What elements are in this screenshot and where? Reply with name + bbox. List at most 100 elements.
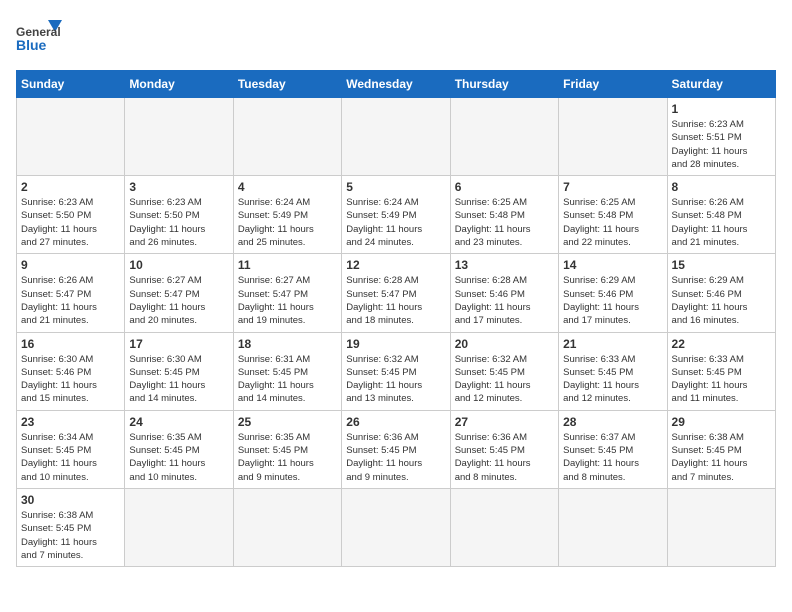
day-info: Sunrise: 6:29 AM Sunset: 5:46 PM Dayligh…: [563, 274, 662, 327]
calendar-cell: [450, 488, 558, 566]
day-info: Sunrise: 6:26 AM Sunset: 5:48 PM Dayligh…: [672, 196, 771, 249]
calendar-cell: 16 Sunrise: 6:30 AM Sunset: 5:46 PM Dayli…: [17, 332, 125, 410]
calendar-cell: [125, 488, 233, 566]
calendar-cell: 15Sunrise: 6:29 AM Sunset: 5:46 PM Dayli…: [667, 254, 775, 332]
day-number: 23: [21, 415, 120, 429]
logo-svg: GeneralBlue: [16, 16, 66, 58]
page-header: GeneralBlue: [16, 16, 776, 58]
calendar-cell: 26 Sunrise: 6:36 AM Sunset: 5:45 PM Dayli…: [342, 410, 450, 488]
day-number: 8: [672, 180, 771, 194]
calendar-cell: 9Sunrise: 6:26 AM Sunset: 5:47 PM Daylig…: [17, 254, 125, 332]
day-info: Sunrise: 6:25 AM Sunset: 5:48 PM Dayligh…: [563, 196, 662, 249]
calendar-cell: [233, 488, 341, 566]
day-number: 19: [346, 337, 445, 351]
calendar-cell: 5 Sunrise: 6:24 AM Sunset: 5:49 PM Daylig…: [342, 176, 450, 254]
day-number: 11: [238, 258, 337, 272]
calendar-cell: 29Sunrise: 6:38 AM Sunset: 5:45 PM Dayli…: [667, 410, 775, 488]
calendar-week-3: 9Sunrise: 6:26 AM Sunset: 5:47 PM Daylig…: [17, 254, 776, 332]
calendar-week-5: 23 Sunrise: 6:34 AM Sunset: 5:45 PM Dayli…: [17, 410, 776, 488]
weekday-sunday: Sunday: [17, 71, 125, 98]
calendar-cell: 4 Sunrise: 6:24 AM Sunset: 5:49 PM Daylig…: [233, 176, 341, 254]
day-info: Sunrise: 6:28 AM Sunset: 5:47 PM Dayligh…: [346, 274, 445, 327]
calendar-cell: 3 Sunrise: 6:23 AM Sunset: 5:50 PM Daylig…: [125, 176, 233, 254]
calendar-week-6: 30 Sunrise: 6:38 AM Sunset: 5:45 PM Dayli…: [17, 488, 776, 566]
calendar-cell: 13Sunrise: 6:28 AM Sunset: 5:46 PM Dayli…: [450, 254, 558, 332]
day-number: 27: [455, 415, 554, 429]
day-info: Sunrise: 6:25 AM Sunset: 5:48 PM Dayligh…: [455, 196, 554, 249]
weekday-saturday: Saturday: [667, 71, 775, 98]
weekday-header-row: SundayMondayTuesdayWednesdayThursdayFrid…: [17, 71, 776, 98]
day-info: Sunrise: 6:32 AM Sunset: 5:45 PM Dayligh…: [346, 353, 445, 406]
day-info: Sunrise: 6:23 AM Sunset: 5:50 PM Dayligh…: [129, 196, 228, 249]
calendar-cell: 8 Sunrise: 6:26 AM Sunset: 5:48 PM Daylig…: [667, 176, 775, 254]
day-info: Sunrise: 6:35 AM Sunset: 5:45 PM Dayligh…: [129, 431, 228, 484]
calendar-cell: 1Sunrise: 6:23 AM Sunset: 5:51 PM Daylig…: [667, 98, 775, 176]
calendar-cell: [342, 488, 450, 566]
day-info: Sunrise: 6:38 AM Sunset: 5:45 PM Dayligh…: [21, 509, 120, 562]
calendar-cell: 7Sunrise: 6:25 AM Sunset: 5:48 PM Daylig…: [559, 176, 667, 254]
calendar-cell: 11 Sunrise: 6:27 AM Sunset: 5:47 PM Dayli…: [233, 254, 341, 332]
day-number: 17: [129, 337, 228, 351]
day-info: Sunrise: 6:28 AM Sunset: 5:46 PM Dayligh…: [455, 274, 554, 327]
day-number: 21: [563, 337, 662, 351]
day-info: Sunrise: 6:36 AM Sunset: 5:45 PM Dayligh…: [346, 431, 445, 484]
day-info: Sunrise: 6:24 AM Sunset: 5:49 PM Dayligh…: [346, 196, 445, 249]
svg-text:Blue: Blue: [16, 37, 47, 53]
day-number: 22: [672, 337, 771, 351]
weekday-wednesday: Wednesday: [342, 71, 450, 98]
day-number: 30: [21, 493, 120, 507]
calendar-cell: 6 Sunrise: 6:25 AM Sunset: 5:48 PM Daylig…: [450, 176, 558, 254]
day-info: Sunrise: 6:32 AM Sunset: 5:45 PM Dayligh…: [455, 353, 554, 406]
calendar-week-2: 2 Sunrise: 6:23 AM Sunset: 5:50 PM Daylig…: [17, 176, 776, 254]
calendar-cell: 12 Sunrise: 6:28 AM Sunset: 5:47 PM Dayli…: [342, 254, 450, 332]
day-info: Sunrise: 6:30 AM Sunset: 5:46 PM Dayligh…: [21, 353, 120, 406]
calendar-week-4: 16 Sunrise: 6:30 AM Sunset: 5:46 PM Dayli…: [17, 332, 776, 410]
day-number: 24: [129, 415, 228, 429]
calendar-cell: 23 Sunrise: 6:34 AM Sunset: 5:45 PM Dayli…: [17, 410, 125, 488]
day-info: Sunrise: 6:37 AM Sunset: 5:45 PM Dayligh…: [563, 431, 662, 484]
day-info: Sunrise: 6:27 AM Sunset: 5:47 PM Dayligh…: [129, 274, 228, 327]
day-info: Sunrise: 6:31 AM Sunset: 5:45 PM Dayligh…: [238, 353, 337, 406]
calendar-cell: [342, 98, 450, 176]
day-number: 12: [346, 258, 445, 272]
calendar-cell: [233, 98, 341, 176]
day-info: Sunrise: 6:27 AM Sunset: 5:47 PM Dayligh…: [238, 274, 337, 327]
day-number: 6: [455, 180, 554, 194]
calendar-cell: 25Sunrise: 6:35 AM Sunset: 5:45 PM Dayli…: [233, 410, 341, 488]
day-number: 2: [21, 180, 120, 194]
calendar-cell: 21Sunrise: 6:33 AM Sunset: 5:45 PM Dayli…: [559, 332, 667, 410]
day-number: 5: [346, 180, 445, 194]
day-number: 25: [238, 415, 337, 429]
calendar-cell: 22Sunrise: 6:33 AM Sunset: 5:45 PM Dayli…: [667, 332, 775, 410]
day-number: 29: [672, 415, 771, 429]
day-number: 20: [455, 337, 554, 351]
day-number: 26: [346, 415, 445, 429]
weekday-monday: Monday: [125, 71, 233, 98]
calendar-cell: 28 Sunrise: 6:37 AM Sunset: 5:45 PM Dayli…: [559, 410, 667, 488]
calendar-cell: [17, 98, 125, 176]
day-number: 14: [563, 258, 662, 272]
day-number: 9: [21, 258, 120, 272]
day-number: 3: [129, 180, 228, 194]
calendar-table: SundayMondayTuesdayWednesdayThursdayFrid…: [16, 70, 776, 567]
calendar-header: SundayMondayTuesdayWednesdayThursdayFrid…: [17, 71, 776, 98]
day-number: 4: [238, 180, 337, 194]
calendar-cell: 19 Sunrise: 6:32 AM Sunset: 5:45 PM Dayli…: [342, 332, 450, 410]
calendar-cell: 30 Sunrise: 6:38 AM Sunset: 5:45 PM Dayli…: [17, 488, 125, 566]
day-info: Sunrise: 6:30 AM Sunset: 5:45 PM Dayligh…: [129, 353, 228, 406]
day-info: Sunrise: 6:24 AM Sunset: 5:49 PM Dayligh…: [238, 196, 337, 249]
weekday-tuesday: Tuesday: [233, 71, 341, 98]
calendar-cell: [559, 488, 667, 566]
day-number: 28: [563, 415, 662, 429]
weekday-thursday: Thursday: [450, 71, 558, 98]
calendar-body: 1Sunrise: 6:23 AM Sunset: 5:51 PM Daylig…: [17, 98, 776, 567]
day-number: 16: [21, 337, 120, 351]
day-number: 18: [238, 337, 337, 351]
calendar-cell: 24 Sunrise: 6:35 AM Sunset: 5:45 PM Dayli…: [125, 410, 233, 488]
calendar-cell: 18 Sunrise: 6:31 AM Sunset: 5:45 PM Dayli…: [233, 332, 341, 410]
day-info: Sunrise: 6:34 AM Sunset: 5:45 PM Dayligh…: [21, 431, 120, 484]
calendar-cell: 20 Sunrise: 6:32 AM Sunset: 5:45 PM Dayli…: [450, 332, 558, 410]
calendar-cell: [125, 98, 233, 176]
day-number: 1: [672, 102, 771, 116]
calendar-cell: [450, 98, 558, 176]
